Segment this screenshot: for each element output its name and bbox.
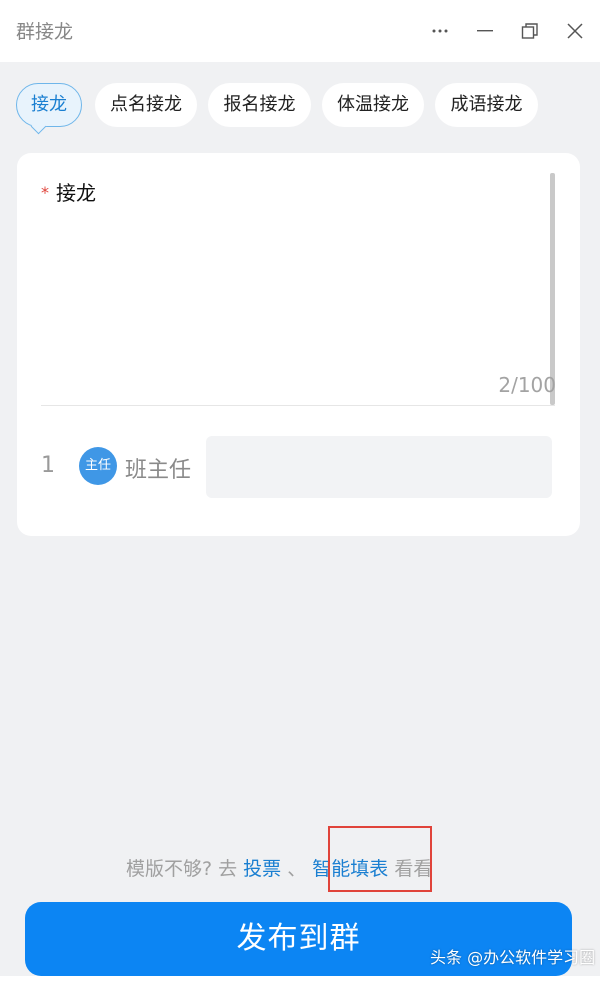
close-icon: [567, 23, 583, 39]
divider: [41, 405, 555, 406]
tab-label: 点名接龙: [110, 94, 182, 115]
minimize-button[interactable]: [470, 14, 500, 48]
entry-input[interactable]: [206, 436, 552, 498]
tab-label: 成语接龙: [450, 94, 523, 115]
tab-label: 接龙: [31, 94, 67, 115]
active-tab-pointer: [30, 118, 47, 135]
minimize-icon: [477, 30, 493, 32]
textarea-scrollbar[interactable]: [550, 173, 555, 405]
tab-roll-call[interactable]: 点名接龙: [95, 83, 197, 127]
tab-label: 体温接龙: [337, 94, 409, 115]
watermark-text: 头条 @办公软件学习圈: [430, 948, 596, 967]
hint-separator: 、: [287, 858, 307, 880]
tab-temperature[interactable]: 体温接龙: [322, 83, 424, 127]
tab-solitaire[interactable]: 接龙: [16, 83, 82, 135]
tab-label: 报名接龙: [223, 94, 296, 115]
char-counter: 2/100: [498, 373, 556, 397]
hint-suffix: 看看: [394, 858, 433, 880]
required-mark: *: [41, 183, 49, 202]
template-hint: 模版不够? 去 投票 、 智能填表 看看: [126, 854, 432, 881]
watermark: 头条 @办公软件学习圈: [430, 944, 595, 968]
member-name: 班主任: [125, 458, 192, 483]
tab-registration[interactable]: 报名接龙: [208, 83, 311, 127]
more-button[interactable]: [425, 14, 455, 48]
restore-button[interactable]: [515, 14, 545, 48]
title-bar: 群接龙: [0, 0, 600, 62]
close-button[interactable]: [560, 14, 590, 48]
solitaire-form-card: * 接龙 2/100 1 主任 班主任: [17, 153, 580, 536]
more-horizontal-icon: [432, 29, 448, 33]
solitaire-title-label: 接龙: [56, 181, 96, 205]
restore-window-icon: [521, 23, 538, 39]
vote-link[interactable]: 投票: [243, 858, 281, 880]
smart-form-link[interactable]: 智能填表: [312, 858, 388, 880]
window-bottom-edge: [0, 976, 600, 981]
row-index: 1: [41, 453, 55, 478]
group-solitaire-window: 群接龙 接龙 点名接龙 报名接龙 体温接龙 成语接龙 * 接龙 2/100 1 …: [0, 0, 600, 981]
tab-idiom[interactable]: 成语接龙: [435, 83, 538, 127]
window-title: 群接龙: [16, 21, 74, 43]
avatar: 主任: [79, 447, 117, 485]
hint-prefix: 模版不够? 去: [126, 858, 238, 880]
